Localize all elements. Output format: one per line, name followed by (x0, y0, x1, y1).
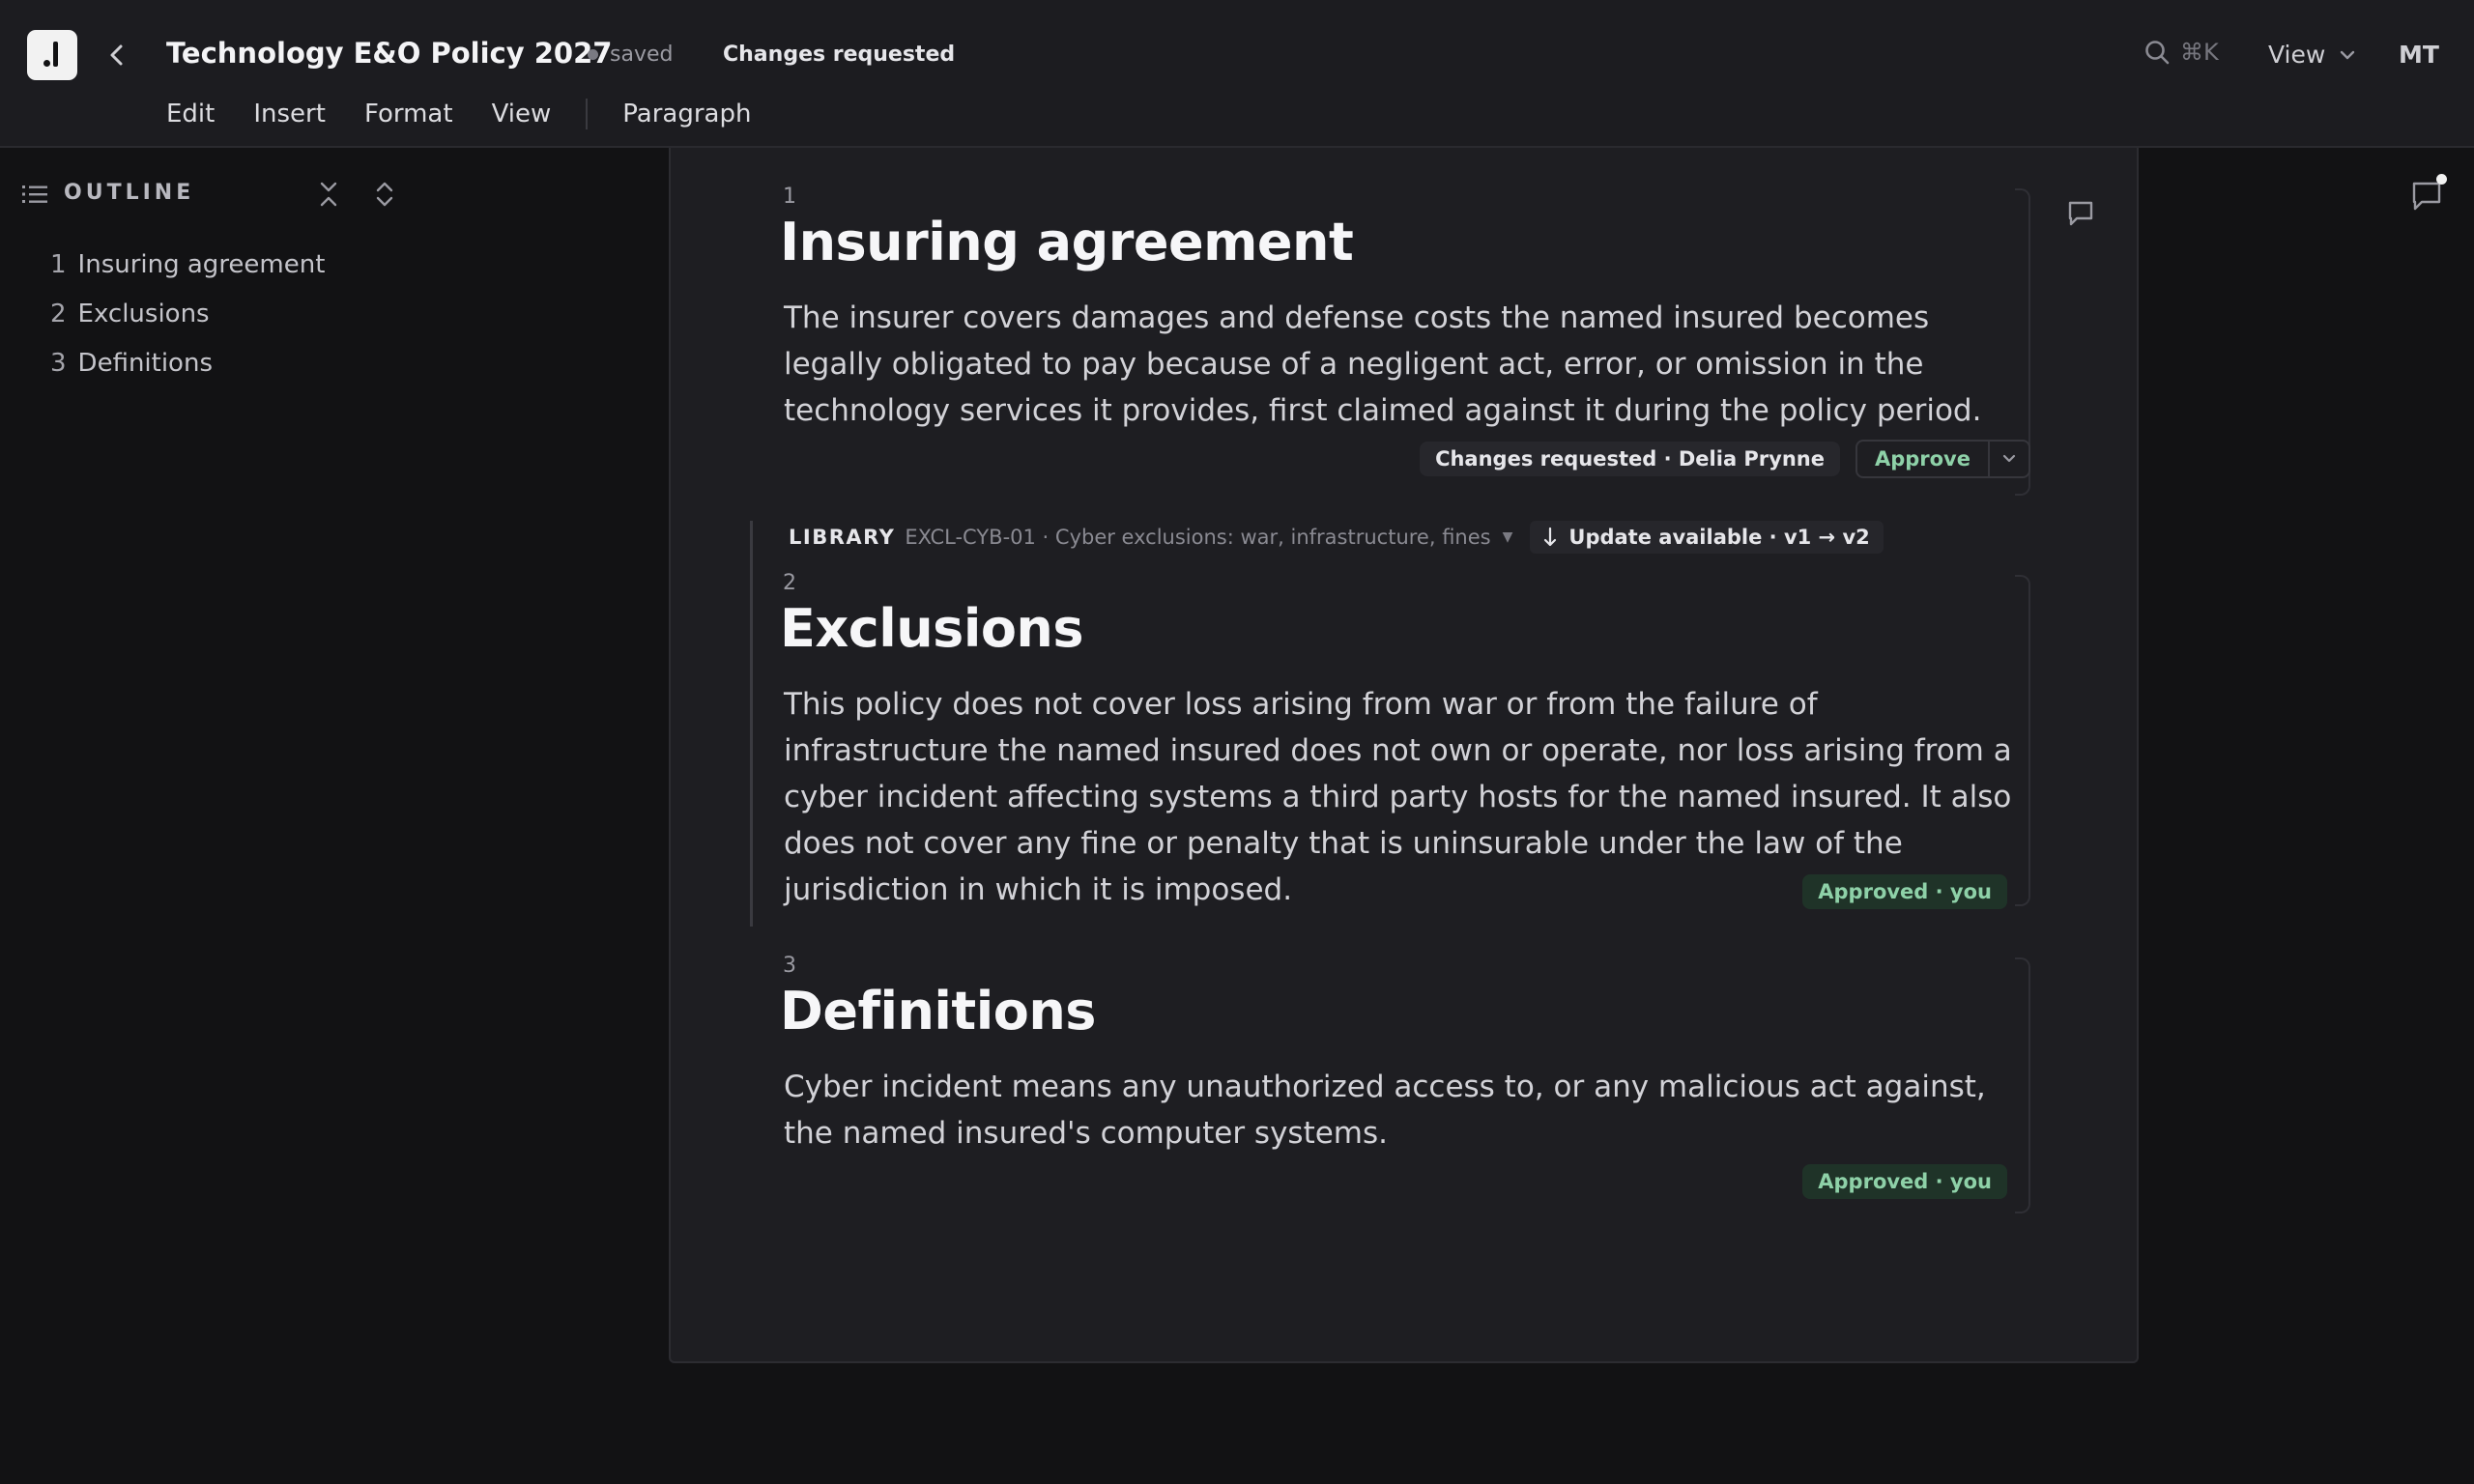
update-available-label: Update available · v1 → v2 (1568, 526, 1870, 549)
update-available-button[interactable]: Update available · v1 → v2 (1530, 521, 1884, 554)
notification-dot (2436, 174, 2447, 185)
library-reference-row: LIBRARY EXCL-CYB-01 · Cyber exclusions: … (789, 521, 1884, 554)
section-frame (2015, 575, 2030, 906)
menu-edit[interactable]: Edit (166, 100, 215, 128)
menu-bar: Edit Insert Format View Paragraph (166, 97, 751, 131)
search-shortcut: ⌘K (2180, 39, 2219, 66)
user-avatar[interactable]: MT (2399, 41, 2439, 69)
section-heading[interactable]: Definitions (780, 981, 1096, 1042)
collapse-all-icon[interactable] (317, 180, 340, 209)
chevron-down-icon (2341, 50, 2355, 59)
outline-item-label: Insuring agreement (77, 250, 326, 279)
logo-dot (43, 60, 50, 67)
outline-item-number: 3 (50, 349, 67, 378)
approve-button-group: Approve (1855, 440, 2030, 478)
outline-item-number: 1 (50, 250, 67, 279)
chevron-left-icon (110, 44, 123, 66)
comment-icon (2412, 182, 2441, 211)
caret-down-icon: ▼ (1502, 529, 1513, 545)
menu-divider (586, 99, 589, 129)
arrow-down-icon (1544, 527, 1557, 547)
outline-item-label: Exclusions (77, 300, 210, 328)
outline-item-label: Definitions (77, 349, 213, 378)
view-dropdown[interactable]: View (2268, 41, 2356, 69)
top-bar: Technology E&O Policy 2027 saved Changes… (0, 0, 2474, 148)
library-indicator-bar (750, 521, 753, 927)
section-body[interactable]: Cyber incident means any unauthorized ac… (784, 1064, 2016, 1156)
outline-list: 1 Insuring agreement 2 Exclusions 3 Definit… (50, 247, 325, 395)
app-logo[interactable] (27, 30, 77, 80)
comment-icon[interactable] (2066, 199, 2095, 228)
list-icon[interactable] (21, 183, 48, 206)
block-type-selector[interactable]: Paragraph (622, 100, 751, 128)
section-frame (2015, 957, 2030, 1213)
view-dropdown-label: View (2268, 41, 2326, 69)
save-status: saved (588, 43, 673, 67)
menu-insert[interactable]: Insert (253, 100, 326, 128)
library-tag: LIBRARY (789, 526, 896, 549)
save-status-dot (588, 49, 598, 60)
library-reference-label: EXCL-CYB-01 · Cyber exclusions: war, inf… (905, 526, 1491, 549)
outline-item-exclusions[interactable]: 2 Exclusions (50, 297, 325, 346)
approve-options-button[interactable] (1990, 442, 2028, 476)
section-body[interactable]: The insurer covers damages and defense c… (784, 295, 2016, 434)
comments-panel-button[interactable] (2410, 174, 2447, 216)
document-page: 1 Insuring agreement The insurer covers … (669, 148, 2139, 1363)
section-number: 2 (783, 571, 796, 595)
section-heading[interactable]: Insuring agreement (780, 212, 1354, 272)
status-badge: Changes requested · Delia Prynne (1420, 442, 1840, 476)
logo-bar (53, 42, 58, 67)
outline-item-insuring-agreement[interactable]: 1 Insuring agreement (50, 247, 325, 297)
outline-item-number: 2 (50, 300, 67, 328)
approve-button[interactable]: Approve (1857, 442, 1990, 476)
save-status-label: saved (610, 43, 674, 67)
document-title[interactable]: Technology E&O Policy 2027 (166, 37, 612, 70)
section-heading[interactable]: Exclusions (780, 598, 1084, 659)
expand-all-icon[interactable] (373, 180, 396, 209)
section-number: 1 (783, 185, 796, 209)
outline-header: OUTLINE (21, 180, 408, 209)
status-badge: Approved · you (1802, 1164, 2007, 1199)
menu-view[interactable]: View (492, 100, 552, 128)
back-button[interactable] (104, 39, 129, 71)
chevron-down-icon (2002, 454, 2016, 463)
section-number: 3 (783, 954, 796, 978)
outline-item-definitions[interactable]: 3 Definitions (50, 346, 325, 395)
search-icon (2145, 41, 2170, 65)
menu-format[interactable]: Format (364, 100, 453, 128)
outline-title: OUTLINE (64, 181, 195, 205)
library-reference[interactable]: EXCL-CYB-01 · Cyber exclusions: war, inf… (905, 526, 1512, 549)
search-button[interactable]: ⌘K (2143, 39, 2219, 66)
status-badge: Approved · you (1802, 874, 2007, 909)
review-status[interactable]: Changes requested (723, 43, 955, 67)
